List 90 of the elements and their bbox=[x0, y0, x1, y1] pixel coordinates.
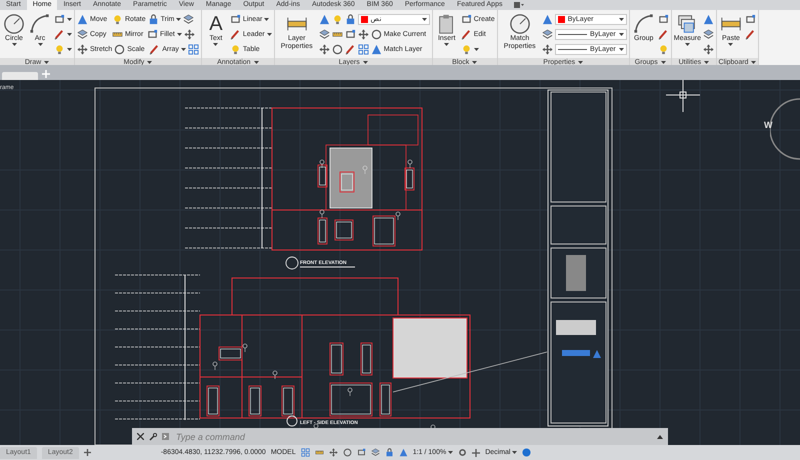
caret-icon[interactable] bbox=[512, 451, 518, 454]
caret-icon[interactable] bbox=[180, 48, 186, 50]
caret-icon[interactable] bbox=[448, 451, 454, 454]
triangle-icon[interactable] bbox=[77, 14, 88, 24]
caret-icon[interactable] bbox=[67, 48, 72, 50]
move-icon[interactable] bbox=[184, 28, 195, 40]
lightbulb-icon[interactable] bbox=[658, 44, 669, 54]
pencil-icon[interactable] bbox=[344, 44, 356, 54]
caret-icon[interactable] bbox=[176, 32, 182, 36]
lightbulb-icon[interactable] bbox=[332, 14, 343, 24]
caret-icon[interactable] bbox=[684, 43, 690, 46]
grid-icon[interactable] bbox=[358, 44, 369, 54]
move-icon[interactable] bbox=[542, 44, 553, 54]
caret-icon[interactable] bbox=[444, 43, 450, 46]
lock-icon[interactable] bbox=[148, 14, 159, 24]
stack-icon[interactable] bbox=[542, 28, 553, 40]
settings-icon[interactable] bbox=[458, 448, 468, 457]
triangle-icon[interactable] bbox=[542, 14, 553, 24]
ruler-icon[interactable] bbox=[314, 448, 324, 457]
caret-icon[interactable] bbox=[728, 43, 734, 46]
close-icon[interactable] bbox=[137, 433, 144, 440]
circle-icon[interactable] bbox=[332, 44, 343, 54]
triangle-icon[interactable] bbox=[398, 448, 408, 457]
square-icon[interactable] bbox=[147, 28, 158, 40]
stack-icon[interactable] bbox=[77, 28, 88, 40]
lightbulb-icon[interactable] bbox=[460, 44, 472, 54]
caret-icon[interactable] bbox=[67, 32, 72, 36]
caret-icon[interactable] bbox=[474, 48, 479, 50]
square-icon[interactable] bbox=[356, 448, 366, 457]
plus-icon[interactable] bbox=[472, 448, 480, 456]
command-field[interactable]: Type a command bbox=[176, 432, 652, 442]
circle-icon bbox=[508, 13, 531, 35]
square-icon[interactable] bbox=[230, 14, 241, 24]
stack-icon[interactable] bbox=[702, 28, 714, 40]
move-icon[interactable] bbox=[318, 44, 330, 54]
circle-icon[interactable] bbox=[522, 448, 532, 457]
wrench-icon[interactable] bbox=[149, 432, 157, 440]
circle-icon bbox=[3, 13, 25, 35]
lightbulb-icon[interactable] bbox=[112, 14, 123, 24]
triangle-icon[interactable] bbox=[702, 14, 714, 24]
caret-icon[interactable] bbox=[618, 18, 624, 20]
arc-icon bbox=[29, 13, 51, 35]
stack-icon[interactable] bbox=[183, 14, 194, 24]
caret-icon[interactable] bbox=[67, 18, 72, 20]
pencil-icon[interactable] bbox=[54, 28, 65, 40]
pencil-icon[interactable] bbox=[744, 28, 756, 40]
caret-icon[interactable] bbox=[266, 32, 272, 36]
plus-icon[interactable] bbox=[84, 449, 91, 456]
pencil-icon[interactable] bbox=[230, 28, 241, 40]
compass-label: W bbox=[764, 120, 772, 130]
stack-icon[interactable] bbox=[370, 448, 380, 457]
caret-icon[interactable] bbox=[264, 18, 270, 20]
caret-icon[interactable] bbox=[618, 32, 624, 36]
prompt-icon[interactable] bbox=[162, 433, 171, 440]
move-icon[interactable] bbox=[702, 44, 714, 54]
triangle-icon[interactable] bbox=[318, 14, 330, 24]
lightbulb-icon[interactable] bbox=[54, 44, 65, 54]
caret-icon[interactable] bbox=[422, 18, 427, 20]
section-marker bbox=[286, 416, 298, 426]
lock-icon[interactable] bbox=[384, 448, 394, 457]
move-icon[interactable] bbox=[328, 448, 338, 457]
circle-icon[interactable] bbox=[342, 448, 352, 457]
lock-icon[interactable] bbox=[344, 14, 356, 24]
circle-icon[interactable] bbox=[114, 44, 126, 54]
stack-icon[interactable] bbox=[318, 28, 330, 40]
square-icon[interactable] bbox=[744, 14, 756, 24]
pencil-icon[interactable] bbox=[658, 28, 669, 40]
caret-icon[interactable] bbox=[213, 43, 218, 46]
caret-icon[interactable] bbox=[618, 48, 624, 50]
move-icon[interactable] bbox=[77, 44, 88, 54]
square-icon[interactable] bbox=[658, 14, 669, 24]
pencil-icon[interactable] bbox=[460, 28, 472, 40]
move-icon[interactable] bbox=[358, 28, 369, 40]
lightbulb-icon[interactable] bbox=[230, 44, 241, 54]
caret-up-icon[interactable] bbox=[657, 434, 663, 438]
square-icon[interactable] bbox=[54, 14, 65, 24]
crosshair-icon bbox=[666, 80, 700, 112]
caret-icon[interactable] bbox=[12, 43, 16, 46]
circle-icon[interactable] bbox=[370, 28, 382, 40]
caret-icon[interactable] bbox=[38, 43, 42, 46]
pencil-icon[interactable] bbox=[149, 44, 160, 54]
caret-icon[interactable] bbox=[176, 18, 182, 20]
workspace-icon[interactable] bbox=[514, 2, 524, 8]
square-icon[interactable] bbox=[344, 28, 356, 40]
grid-icon[interactable] bbox=[300, 448, 310, 457]
arc-icon bbox=[632, 13, 655, 35]
section-marker bbox=[286, 256, 298, 270]
square-icon[interactable] bbox=[460, 14, 472, 24]
triangle-icon[interactable] bbox=[370, 44, 382, 54]
grid-icon[interactable] bbox=[188, 44, 199, 54]
